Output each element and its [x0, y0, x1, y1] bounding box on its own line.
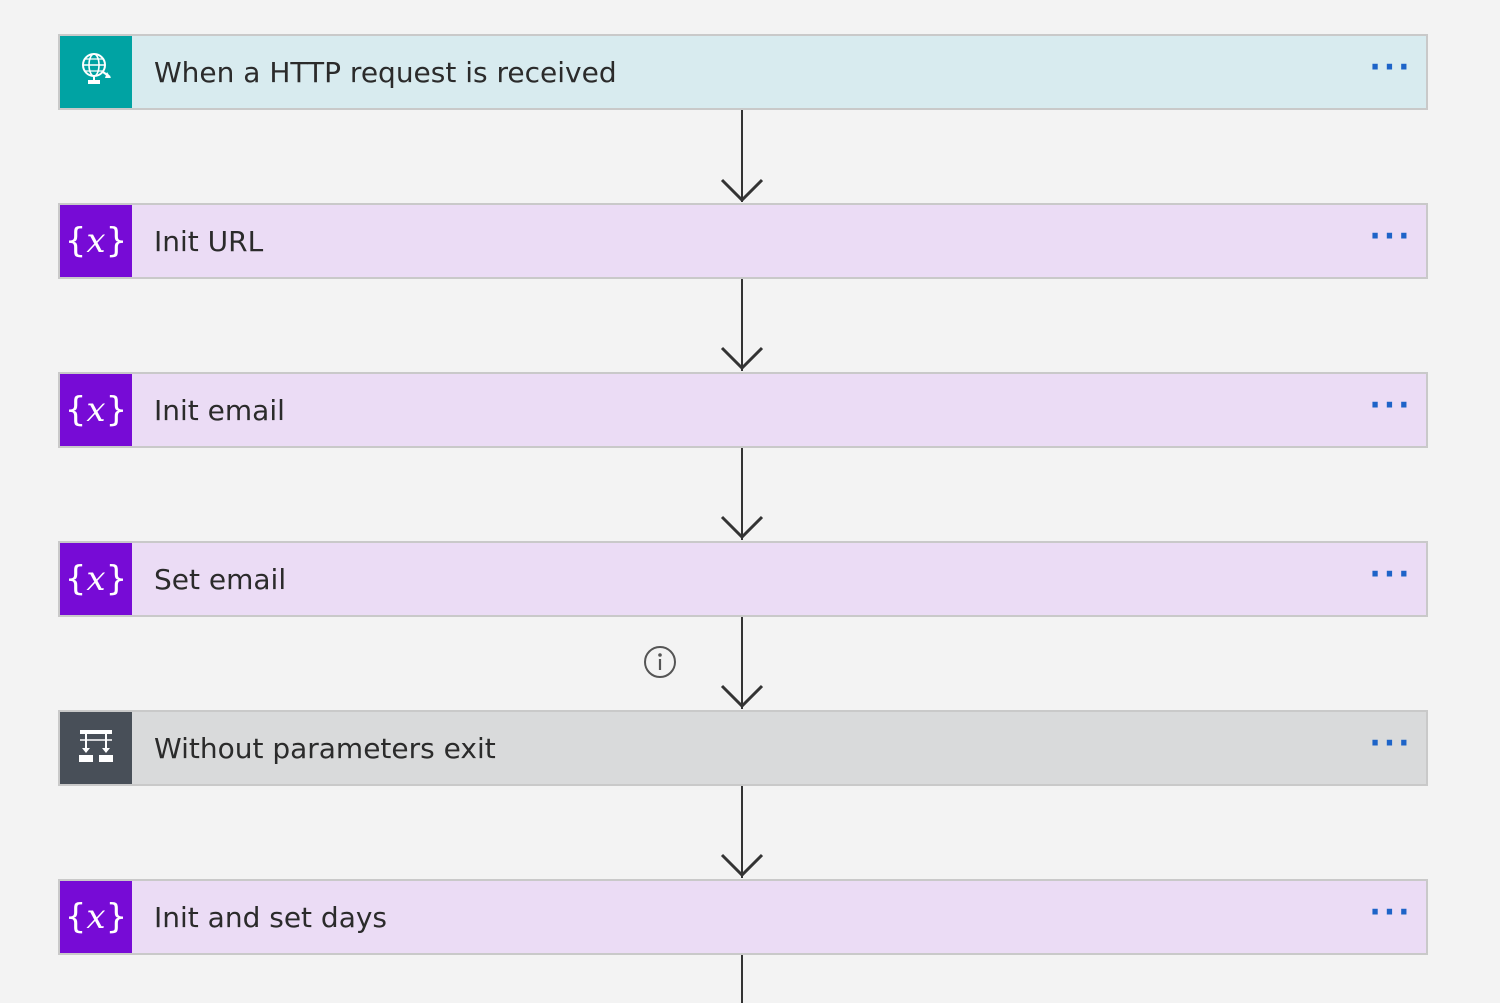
step-icon-box [60, 712, 132, 784]
more-options-button[interactable]: ··· [1356, 374, 1426, 446]
variable-icon: {x} [64, 559, 128, 599]
more-options-button[interactable]: ··· [1356, 712, 1426, 784]
step-title: Init email [154, 393, 285, 427]
variable-icon: {x} [64, 221, 128, 261]
step-icon-box: {x} [60, 205, 132, 277]
step-icon-box: {x} [60, 374, 132, 446]
info-icon[interactable] [643, 645, 677, 679]
arrow-down-icon [720, 346, 764, 370]
more-options-button[interactable]: ··· [1356, 881, 1426, 953]
step-title: When a HTTP request is received [154, 55, 617, 89]
step-title: Init and set days [154, 900, 388, 934]
step-title: Without parameters exit [154, 731, 496, 765]
step-icon-box: {x} [60, 543, 132, 615]
arrow-down-icon [720, 853, 764, 877]
flow-step-init-email[interactable]: {x} Init email ··· [58, 372, 1428, 448]
step-icon-box: {x} [60, 881, 132, 953]
arrow-down-icon [720, 178, 764, 202]
arrow-down-icon [720, 515, 764, 539]
flow-step-http-trigger[interactable]: When a HTTP request is received ··· [58, 34, 1428, 110]
variable-icon: {x} [64, 390, 128, 430]
arrow-down-icon [720, 684, 764, 708]
flow-step-init-url[interactable]: {x} Init URL ··· [58, 203, 1428, 279]
variable-icon: {x} [64, 897, 128, 937]
connector-line [741, 955, 743, 1003]
more-options-button[interactable]: ··· [1356, 36, 1426, 108]
more-options-button[interactable]: ··· [1356, 543, 1426, 615]
step-title: Set email [154, 562, 287, 596]
condition-icon [76, 726, 116, 770]
flow-step-init-and-set-days[interactable]: {x} Init and set days ··· [58, 879, 1428, 955]
flow-canvas: When a HTTP request is received ··· {x} … [0, 0, 1500, 1003]
step-icon-box [60, 36, 132, 108]
step-title: Init URL [154, 224, 264, 258]
more-options-button[interactable]: ··· [1356, 205, 1426, 277]
flow-step-without-parameters-exit[interactable]: Without parameters exit ··· [58, 710, 1428, 786]
globe-icon [79, 50, 113, 94]
flow-step-set-email[interactable]: {x} Set email ··· [58, 541, 1428, 617]
